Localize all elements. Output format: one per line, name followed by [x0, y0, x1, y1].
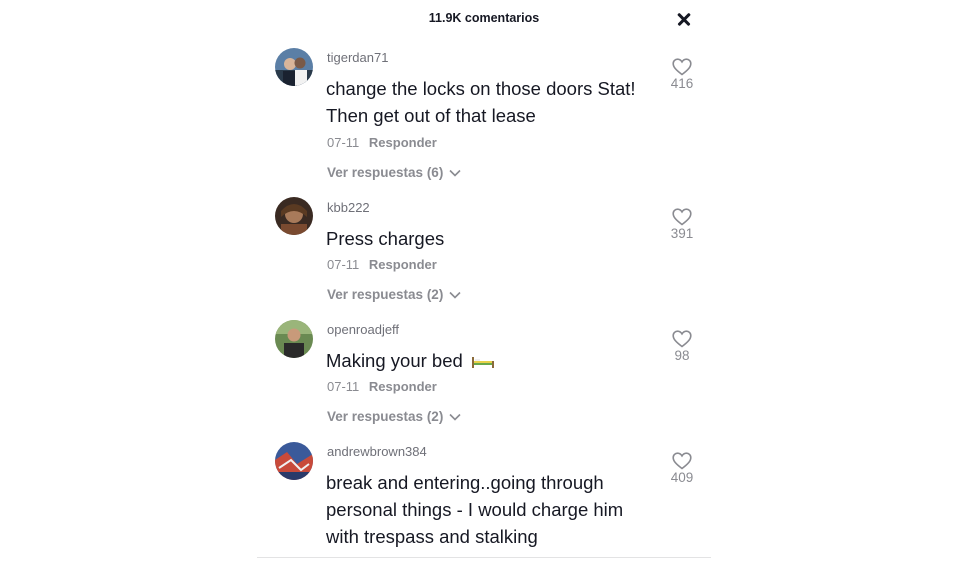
- like-count: 416: [670, 76, 694, 91]
- heart-icon: [672, 330, 692, 348]
- like-button[interactable]: 98: [665, 330, 699, 363]
- comment-date: 07-11: [327, 135, 360, 150]
- comments-panel: 11.9K comentarios tigerdan71 change the …: [257, 0, 711, 558]
- comment-text: Making your bed: [326, 347, 656, 374]
- view-replies-label: Ver respuestas (2): [327, 409, 444, 424]
- like-button[interactable]: 409: [665, 452, 699, 485]
- like-count: 391: [670, 226, 694, 241]
- close-icon[interactable]: [673, 8, 695, 30]
- like-count: 98: [674, 348, 690, 363]
- comment-text: change the locks on those doors Stat! Th…: [326, 78, 636, 126]
- comment-text-content: Making your bed: [326, 350, 463, 371]
- reply-button[interactable]: Responder: [369, 379, 437, 394]
- comment-username[interactable]: tigerdan71: [327, 50, 388, 65]
- comment-username[interactable]: openroadjeff: [327, 322, 399, 337]
- divider: [257, 557, 711, 558]
- like-button[interactable]: 391: [665, 208, 699, 241]
- bed-emoji-icon: [471, 357, 494, 368]
- chevron-down-icon: [449, 414, 461, 422]
- comment-meta: 07-11 Responder: [327, 257, 437, 272]
- comment-text: Press charges: [326, 228, 445, 249]
- chevron-down-icon: [449, 170, 461, 178]
- heart-icon: [672, 58, 692, 76]
- comment-date: 07-11: [327, 257, 360, 272]
- comment-date: 07-11: [327, 379, 360, 394]
- like-count: 409: [670, 470, 694, 485]
- comment-meta: 07-11 Responder: [327, 379, 437, 394]
- heart-icon: [672, 208, 692, 226]
- comment-text: break and entering..going through person…: [326, 472, 624, 547]
- heart-icon: [672, 452, 692, 470]
- reply-button[interactable]: Responder: [369, 135, 437, 150]
- comment-username[interactable]: andrewbrown384: [327, 444, 427, 459]
- reply-button[interactable]: Responder: [369, 257, 437, 272]
- comment-username[interactable]: kbb222: [327, 200, 370, 215]
- like-button[interactable]: 416: [665, 58, 699, 91]
- avatar[interactable]: [275, 320, 313, 358]
- comment-meta: 07-11 Responder: [327, 135, 437, 150]
- view-replies-label: Ver respuestas (6): [327, 165, 444, 180]
- comments-header: 11.9K comentarios: [257, 10, 711, 30]
- avatar[interactable]: [275, 197, 313, 235]
- avatar[interactable]: [275, 48, 313, 86]
- comment-count: 11.9K comentarios: [428, 11, 540, 25]
- avatar[interactable]: [275, 442, 313, 480]
- view-replies-button[interactable]: Ver respuestas (6): [327, 165, 461, 180]
- chevron-down-icon: [449, 292, 461, 300]
- view-replies-label: Ver respuestas (2): [327, 287, 444, 302]
- view-replies-button[interactable]: Ver respuestas (2): [327, 409, 461, 424]
- view-replies-button[interactable]: Ver respuestas (2): [327, 287, 461, 302]
